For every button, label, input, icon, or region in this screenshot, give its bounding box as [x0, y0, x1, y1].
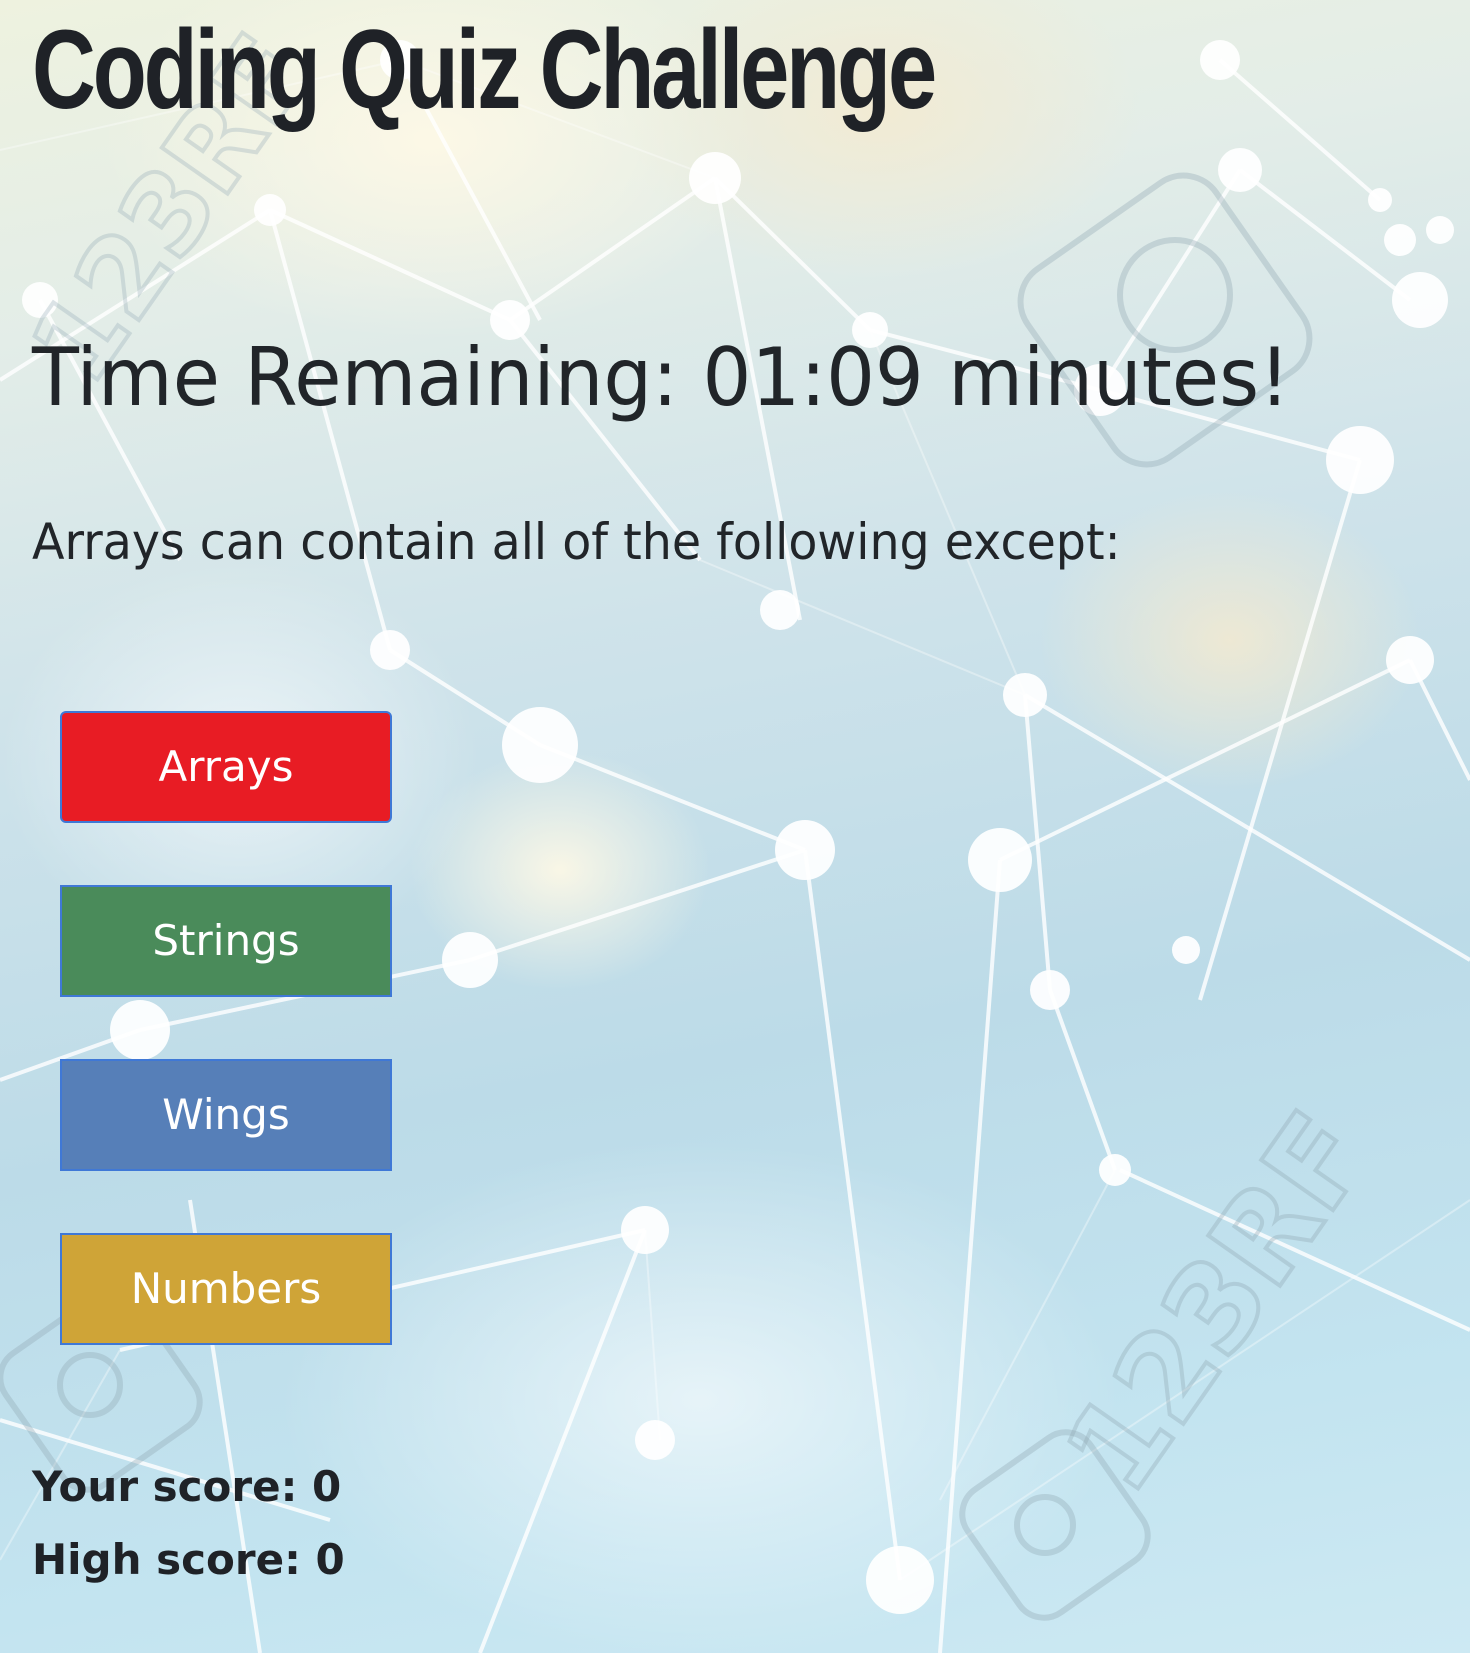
- quiz-container: Coding Quiz Challenge Time Remaining: 01…: [0, 0, 1470, 1653]
- answer-button-numbers[interactable]: Numbers: [60, 1233, 392, 1345]
- time-remaining-text: Time Remaining: 01:09 minutes!: [32, 331, 1290, 424]
- answer-button-arrays[interactable]: Arrays: [60, 711, 392, 823]
- your-score: Your score: 0: [32, 1462, 342, 1511]
- answer-list: Arrays Strings Wings Numbers: [60, 711, 396, 1407]
- answer-button-strings[interactable]: Strings: [60, 885, 392, 997]
- page-title: Coding Quiz Challenge: [32, 7, 937, 132]
- quiz-page: 123RF 123RF Coding Quiz Challenge Time R…: [0, 0, 1470, 1653]
- question-text: Arrays can contain all of the following …: [32, 513, 1121, 571]
- answer-button-wings[interactable]: Wings: [60, 1059, 392, 1171]
- high-score: High score: 0: [32, 1535, 345, 1584]
